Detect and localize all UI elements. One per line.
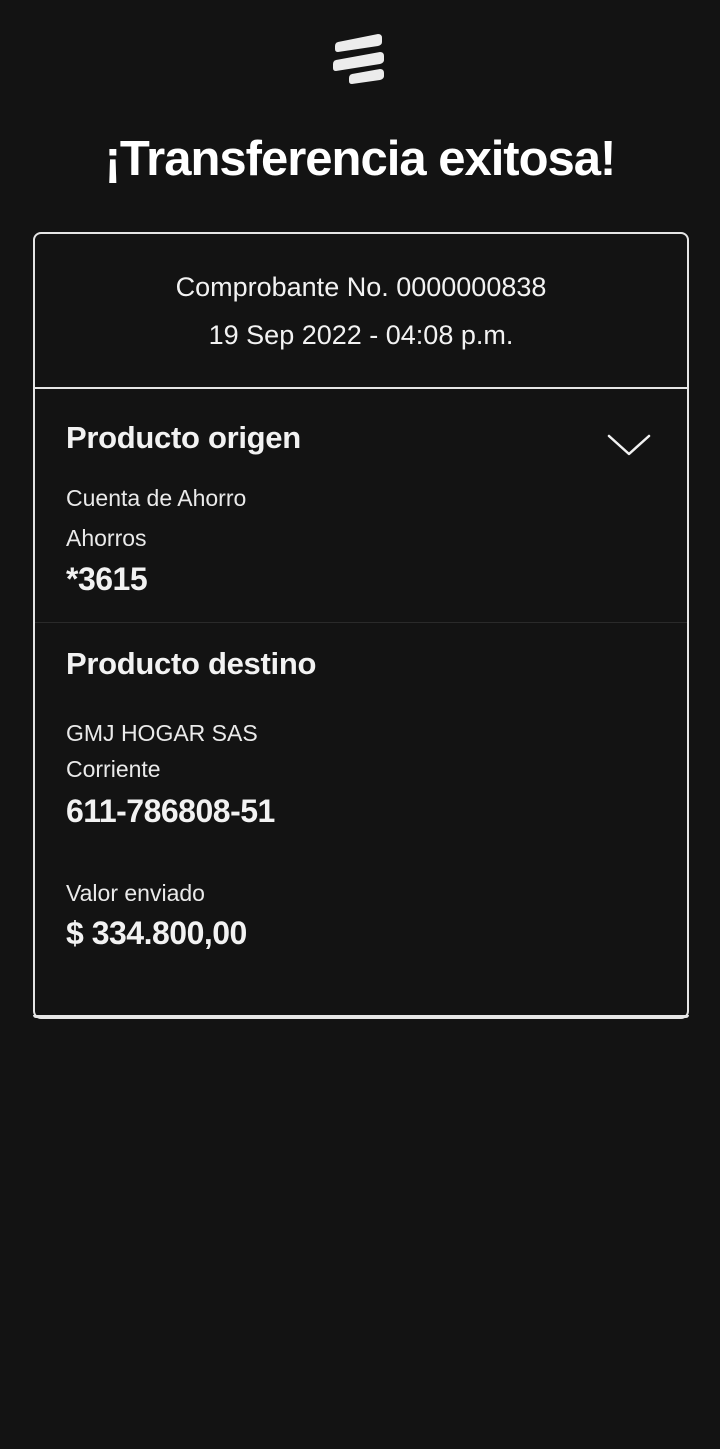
destination-account-number: 611-786808-51 [66, 793, 275, 829]
card-bottom-edge [33, 1015, 689, 1018]
amount-label: Valor enviado [66, 880, 205, 906]
origin-account-number: *3615 [66, 561, 148, 597]
chevron-down-icon[interactable] [607, 433, 651, 457]
origin-account-type: Cuenta de Ahorro [66, 485, 247, 511]
destination-name: GMJ HOGAR SAS [66, 720, 258, 746]
bancolombia-logo-icon [333, 34, 384, 84]
receipt-number: Comprobante No. 0000000838 [175, 272, 547, 302]
destination-section: Producto destino GMJ HOGAR SAS Corriente… [35, 623, 687, 1017]
origin-section[interactable]: Producto origen Cuenta de Ahorro Ahorros… [35, 389, 687, 623]
destination-account-type: Corriente [66, 756, 161, 782]
origin-account-subtype: Ahorros [66, 525, 147, 551]
destination-title: Producto destino [66, 646, 317, 681]
receipt-header: Comprobante No. 0000000838 19 Sep 2022 -… [35, 234, 687, 389]
origin-title: Producto origen [66, 420, 301, 455]
amount-value: $ 334.800,00 [66, 915, 247, 951]
receipt-card: Comprobante No. 0000000838 19 Sep 2022 -… [33, 232, 689, 1019]
page-title: ¡Transferencia exitosa! [104, 132, 617, 186]
receipt-datetime: 19 Sep 2022 - 04:08 p.m. [208, 320, 514, 350]
